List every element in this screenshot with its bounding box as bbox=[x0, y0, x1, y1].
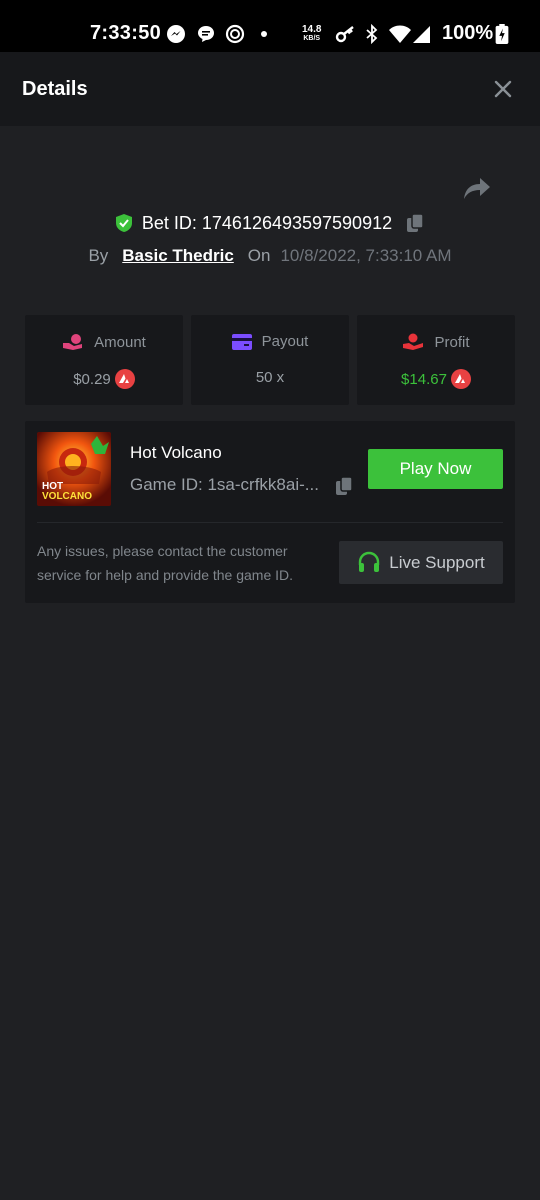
divider bbox=[37, 522, 503, 523]
messenger-icon bbox=[167, 25, 185, 43]
amount-card: Amount $0.29 bbox=[25, 315, 183, 405]
network-speed: 14.8 KB/S bbox=[302, 24, 322, 43]
game-name: Hot Volcano bbox=[130, 443, 222, 462]
bet-id: Bet ID: 1746126493597590912 bbox=[141, 212, 393, 233]
payout-label: Payout bbox=[261, 333, 309, 350]
profit-label: Profit bbox=[434, 333, 470, 351]
amount-value: $0.29 bbox=[73, 370, 111, 388]
profit-icon bbox=[403, 333, 424, 350]
status-bar: 7:33:50 14.8 KB/S 100% bbox=[0, 0, 540, 52]
copy-icon[interactable] bbox=[404, 212, 426, 234]
share-icon[interactable] bbox=[462, 176, 492, 202]
status-time: 7:33:50 bbox=[90, 22, 162, 44]
key-icon bbox=[335, 26, 354, 43]
bet-date: 10/8/2022, 7:33:10 AM bbox=[280, 246, 452, 265]
headset-icon bbox=[359, 551, 380, 572]
wifi-icon bbox=[389, 25, 411, 43]
amount-label: Amount bbox=[94, 333, 146, 351]
payout-value: 50 x bbox=[255, 369, 285, 386]
sync-icon bbox=[225, 24, 245, 44]
profit-card: Profit $14.67 bbox=[357, 315, 515, 405]
live-support-label: Live Support bbox=[389, 552, 485, 572]
help-text: Any issues, please contact the customer … bbox=[37, 543, 294, 583]
by-label: By bbox=[88, 246, 109, 265]
close-button[interactable] bbox=[490, 76, 516, 102]
game-id: Game ID: 1sa-crfkk8ai-... bbox=[130, 475, 319, 494]
details-header: Details bbox=[0, 52, 540, 126]
game-card: HOT VOLCANO Hot Volcano Game ID: 1sa-crf… bbox=[25, 421, 515, 603]
avax-coin-icon bbox=[450, 369, 471, 389]
bluetooth-icon bbox=[366, 24, 378, 44]
chat-icon bbox=[198, 26, 214, 42]
on-label: On bbox=[247, 246, 271, 265]
play-now-button[interactable]: Play Now bbox=[368, 449, 503, 489]
game-thumbnail[interactable]: HOT VOLCANO bbox=[37, 432, 111, 506]
shield-check-icon bbox=[115, 214, 132, 232]
battery-percent: 100% bbox=[442, 22, 494, 44]
bet-id-row: Bet ID: 1746126493597590912 bbox=[0, 212, 540, 240]
payout-card: Payout 50 x bbox=[191, 315, 349, 405]
avax-coin-icon bbox=[114, 369, 135, 389]
svg-text:VOLCANO: VOLCANO bbox=[42, 491, 92, 502]
battery-charging-icon bbox=[495, 24, 509, 44]
dot-icon bbox=[261, 31, 267, 37]
bet-author-row: By Basic Thedric On 10/8/2022, 7:33:10 A… bbox=[0, 246, 540, 270]
payout-card-icon bbox=[231, 333, 252, 350]
username-link[interactable]: Basic Thedric bbox=[122, 246, 234, 266]
copy-game-id-icon[interactable] bbox=[333, 475, 355, 497]
amount-icon bbox=[63, 334, 83, 350]
profit-value: $14.67 bbox=[401, 370, 447, 388]
live-support-button[interactable]: Live Support bbox=[339, 541, 503, 584]
page-title: Details bbox=[22, 78, 88, 100]
signal-icon bbox=[413, 26, 430, 43]
